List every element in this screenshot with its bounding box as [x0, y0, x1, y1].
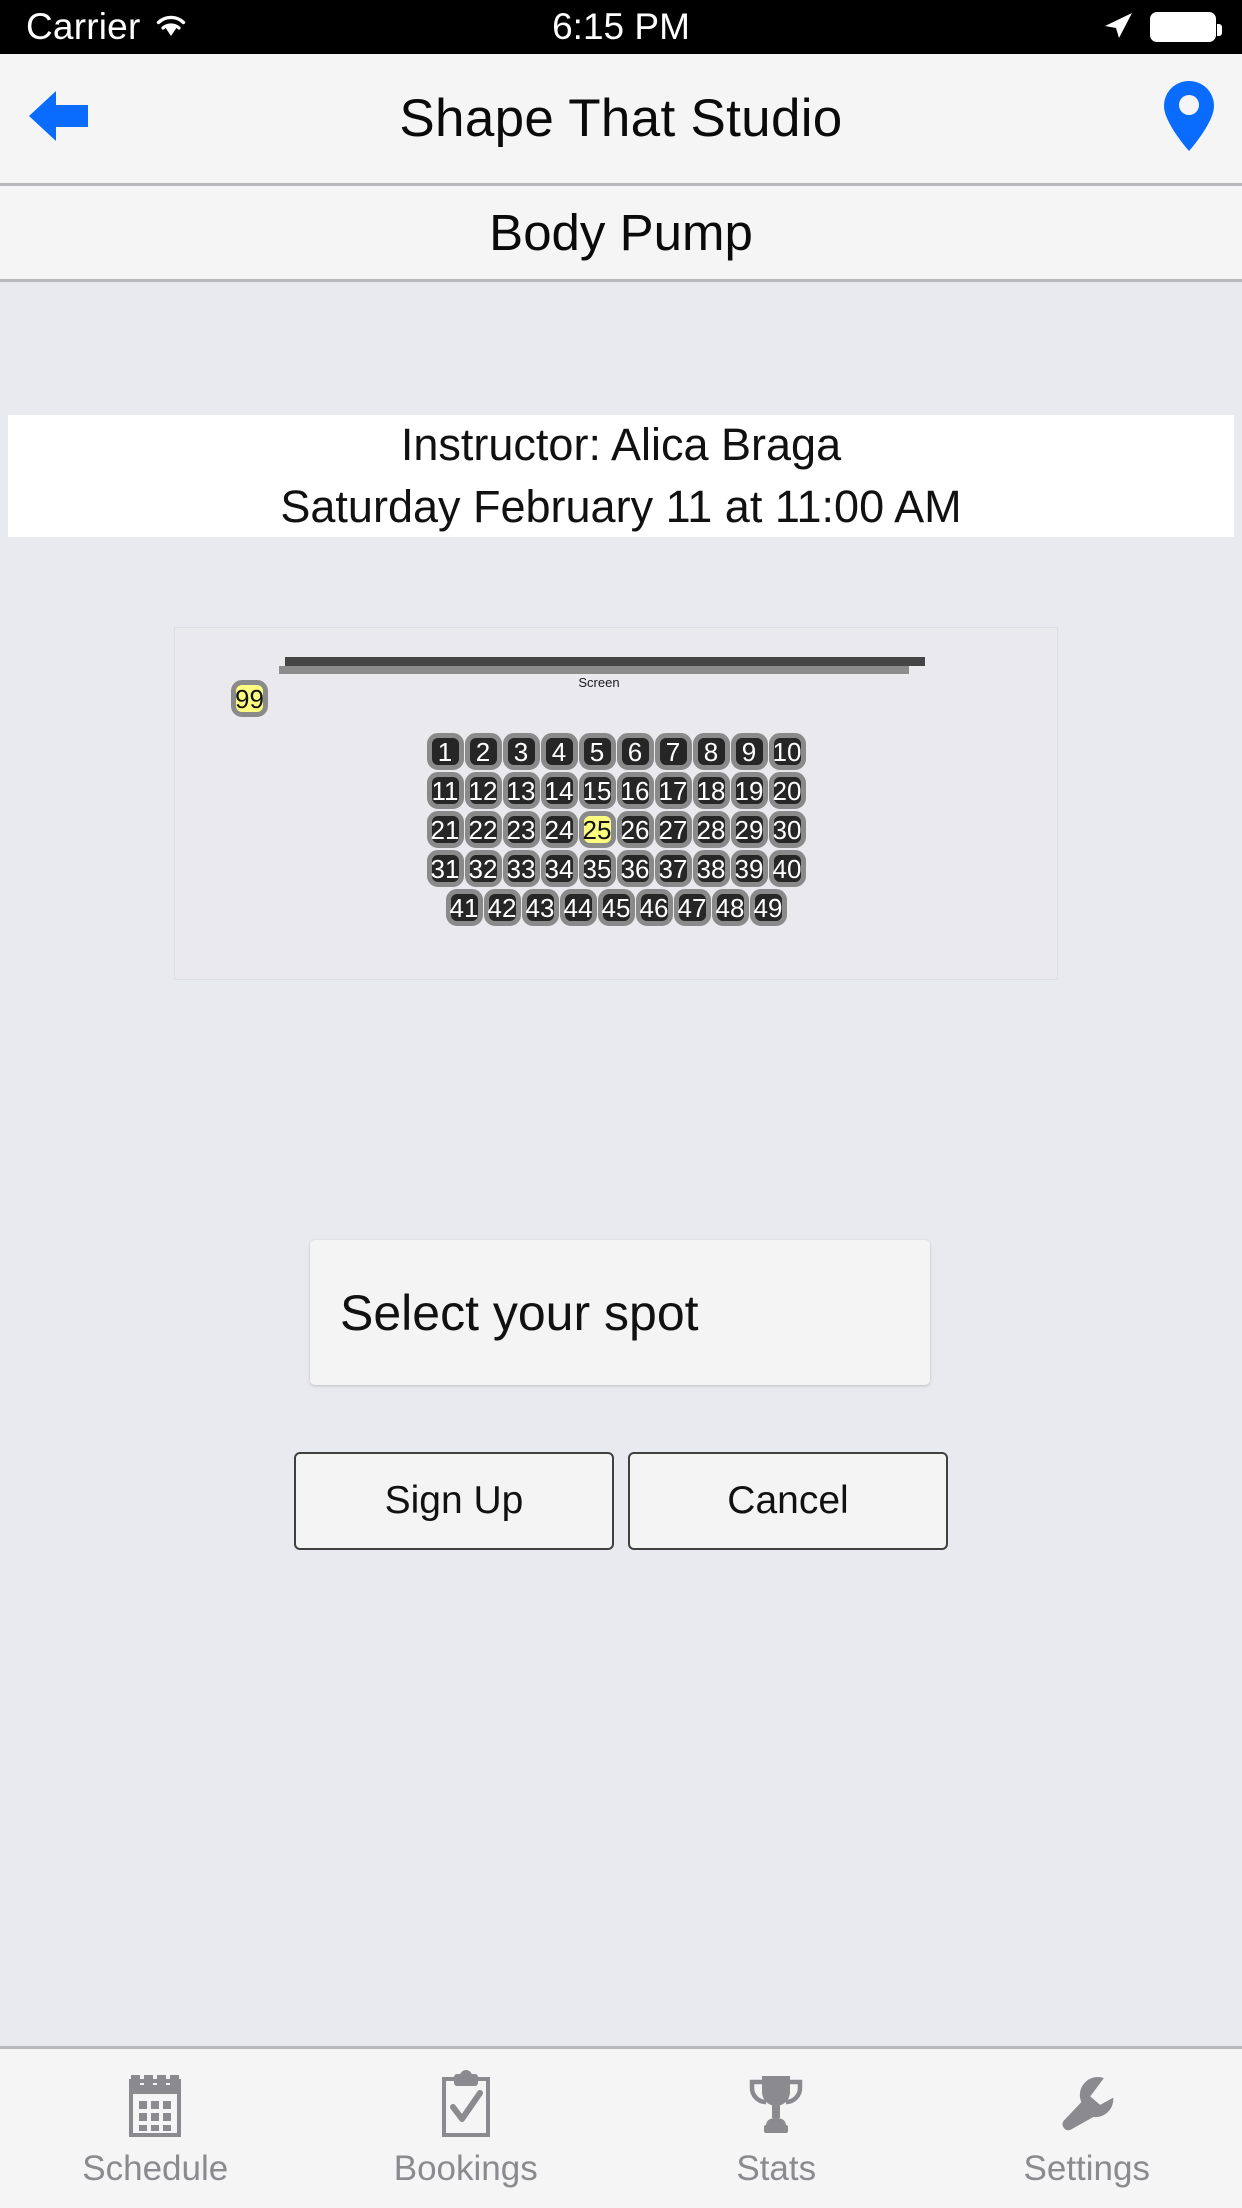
seat-button[interactable]: 35: [578, 850, 616, 887]
seat-button[interactable]: 23: [502, 811, 540, 848]
seat-button[interactable]: 44: [559, 889, 597, 926]
seat-button[interactable]: 7: [654, 733, 692, 770]
seat-99-wrapper: 99: [231, 680, 268, 717]
class-info-card: Instructor: Alica Braga Saturday Februar…: [8, 415, 1234, 537]
select-spot-card[interactable]: Select your spot: [310, 1240, 930, 1385]
seat-button[interactable]: 16: [616, 772, 654, 809]
class-name-label: Body Pump: [489, 204, 753, 261]
class-name-bar: Body Pump: [0, 186, 1242, 282]
seat-button[interactable]: 8: [692, 733, 730, 770]
tab-bar: Schedule Bookings Stats Settings: [0, 2046, 1242, 2208]
seat-button[interactable]: 19: [730, 772, 768, 809]
seat-button[interactable]: 11: [426, 772, 464, 809]
tab-label: Schedule: [82, 2148, 229, 2188]
tab-bookings[interactable]: Bookings: [311, 2049, 622, 2208]
schedule-label: Saturday February 11 at 11:00 AM: [280, 481, 962, 532]
screen-label: Screen: [578, 675, 620, 690]
clipboard-check-icon: [436, 2069, 496, 2141]
seat-button[interactable]: 15: [578, 772, 616, 809]
seat-button[interactable]: 37: [654, 850, 692, 887]
seat-button[interactable]: 28: [692, 811, 730, 848]
seat-button[interactable]: 14: [540, 772, 578, 809]
seat-button[interactable]: 40: [768, 850, 806, 887]
cancel-button[interactable]: Cancel: [628, 1452, 948, 1550]
trophy-icon: [744, 2069, 808, 2141]
seat-button[interactable]: 3: [502, 733, 540, 770]
seat-button[interactable]: 43: [521, 889, 559, 926]
seat-row: 31 32 33 34 35 36 37 38 39 40: [426, 850, 806, 887]
seat-button[interactable]: 10: [768, 733, 806, 770]
map-pin-icon[interactable]: [1162, 79, 1216, 158]
seat-button[interactable]: 12: [464, 772, 502, 809]
seat-button[interactable]: 25: [578, 811, 616, 848]
select-spot-label: Select your spot: [340, 1284, 699, 1341]
seat-button[interactable]: 36: [616, 850, 654, 887]
sign-up-button[interactable]: Sign Up: [294, 1452, 614, 1550]
clock-label: 6:15 PM: [552, 6, 690, 47]
tab-settings[interactable]: Settings: [932, 2049, 1242, 2208]
seat-button[interactable]: 21: [426, 811, 464, 848]
seat-button[interactable]: 39: [730, 850, 768, 887]
tab-label: Bookings: [393, 2148, 538, 2188]
app-screen: Carrier 6:15 PM Shape That Studio Body P…: [0, 0, 1242, 2208]
wrench-icon: [1056, 2069, 1118, 2141]
seat-button[interactable]: 4: [540, 733, 578, 770]
seat-button[interactable]: 5: [578, 733, 616, 770]
seat-button[interactable]: 6: [616, 733, 654, 770]
seat-button[interactable]: 2: [464, 733, 502, 770]
seat-button[interactable]: 33: [502, 850, 540, 887]
seat-button[interactable]: 26: [616, 811, 654, 848]
seat-button[interactable]: 22: [464, 811, 502, 848]
tab-schedule[interactable]: Schedule: [0, 2049, 311, 2208]
seat-row: 41 42 43 44 45 46 47 48 49: [445, 889, 787, 926]
calendar-icon: [125, 2069, 185, 2141]
seat-button[interactable]: 38: [692, 850, 730, 887]
seat-button[interactable]: 13: [502, 772, 540, 809]
screen-indicator: Screen: [279, 657, 925, 690]
seat-button[interactable]: 9: [730, 733, 768, 770]
seat-row: 21 22 23 24 25 26 27 28 29 30: [426, 811, 806, 848]
tab-stats[interactable]: Stats: [621, 2049, 932, 2208]
seat-button[interactable]: 32: [464, 850, 502, 887]
seat-button[interactable]: 41: [445, 889, 483, 926]
seat-grid: 1 2 3 4 5 6 7 8 9 10 11 12 13 14 15 16 1…: [175, 733, 1057, 926]
seat-button[interactable]: 30: [768, 811, 806, 848]
tab-label: Stats: [736, 2148, 817, 2188]
seat-button[interactable]: 18: [692, 772, 730, 809]
seat-row: 1 2 3 4 5 6 7 8 9 10: [426, 733, 806, 770]
battery-icon: [1150, 12, 1222, 42]
seat-button[interactable]: 46: [635, 889, 673, 926]
seat-map-panel: Screen 99 1 2 3 4 5 6 7 8 9 10 11 12 13: [174, 627, 1058, 980]
seat-button[interactable]: 29: [730, 811, 768, 848]
screen-bar-dark: [285, 657, 925, 666]
navigation-bar: Shape That Studio: [0, 54, 1242, 186]
seat-button[interactable]: 31: [426, 850, 464, 887]
seat-button[interactable]: 34: [540, 850, 578, 887]
seat-button[interactable]: 1: [426, 733, 464, 770]
tab-label: Settings: [1023, 2148, 1150, 2188]
seat-button[interactable]: 17: [654, 772, 692, 809]
seat-button[interactable]: 47: [673, 889, 711, 926]
seat-button[interactable]: 49: [749, 889, 787, 926]
seat-button[interactable]: 99: [231, 680, 268, 717]
seat-button[interactable]: 24: [540, 811, 578, 848]
status-bar: Carrier 6:15 PM: [0, 0, 1242, 54]
seat-row: 11 12 13 14 15 16 17 18 19 20: [426, 772, 806, 809]
seat-button[interactable]: 42: [483, 889, 521, 926]
instructor-label: Instructor: Alica Braga: [400, 418, 842, 470]
screen-bar-light: [279, 666, 909, 674]
back-arrow-icon[interactable]: [26, 86, 92, 151]
seat-button[interactable]: 48: [711, 889, 749, 926]
action-button-row: Sign Up Cancel: [0, 1452, 1242, 1550]
page-title: Shape That Studio: [399, 89, 843, 148]
seat-button[interactable]: 45: [597, 889, 635, 926]
seat-button[interactable]: 20: [768, 772, 806, 809]
seat-button[interactable]: 27: [654, 811, 692, 848]
